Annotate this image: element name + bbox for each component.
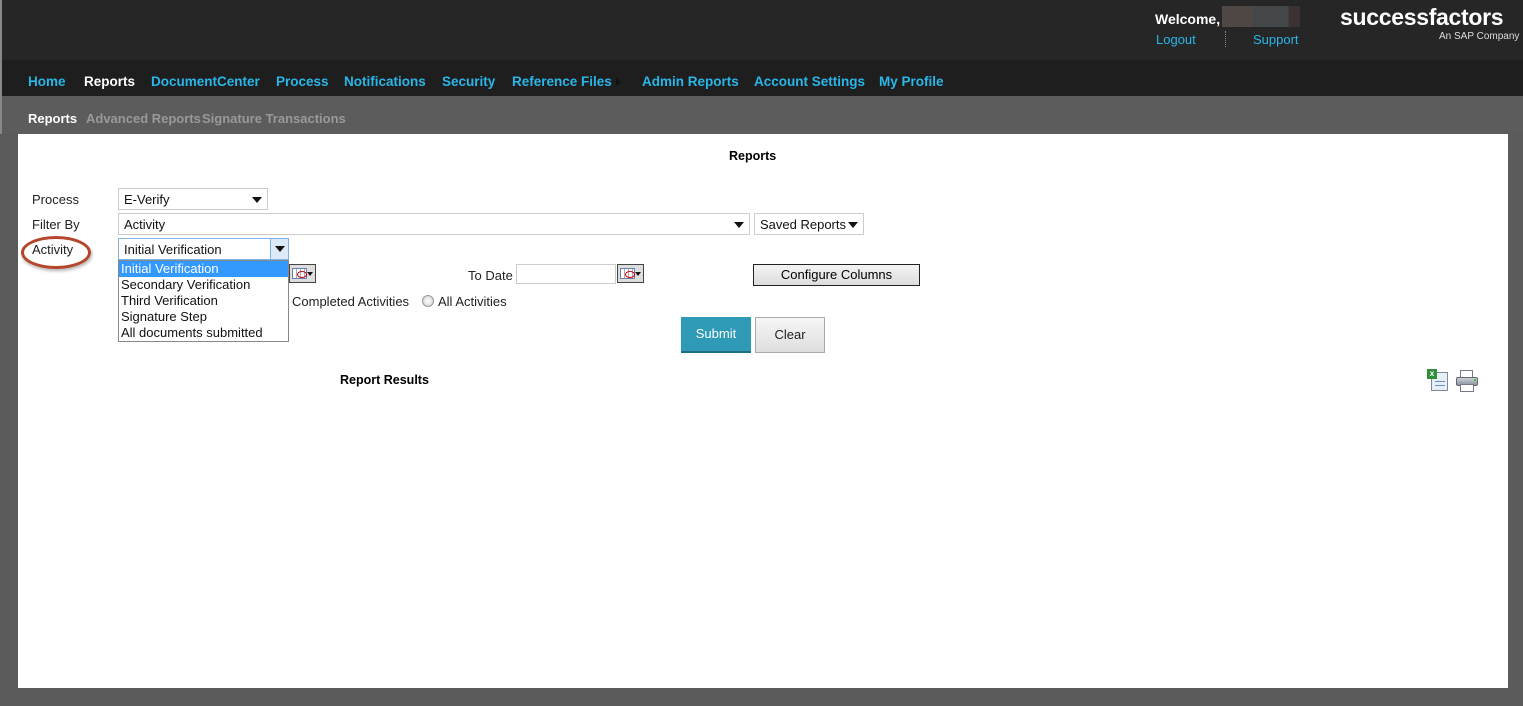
activity-value: Initial Verification [124,242,222,257]
activity-option[interactable]: Signature Step [119,309,288,325]
radio-all-activities[interactable] [422,295,434,307]
main-nav: Home Reports DocumentCenter Process Noti… [0,60,1523,96]
chevron-down-icon [275,246,285,252]
saved-reports-select[interactable]: Saved Reports [754,213,864,235]
activity-label: Activity [32,242,74,257]
nav-home[interactable]: Home [28,74,66,89]
support-link[interactable]: Support [1253,32,1299,47]
subnav-advanced-reports[interactable]: Advanced Reports [86,111,201,126]
nav-security[interactable]: Security [442,74,495,89]
welcome-text: Welcome, [1155,11,1221,27]
dropdown-button[interactable] [270,239,288,259]
to-date-input[interactable] [516,264,616,284]
print-icon[interactable] [1455,370,1479,392]
filter-by-select[interactable]: Activity [118,213,750,235]
chevron-down-icon [848,222,858,228]
nav-admin-reports[interactable]: Admin Reports [642,74,739,89]
filter-by-label: Filter By [32,217,80,232]
nav-reports[interactable]: Reports [84,74,135,89]
activity-option[interactable]: Third Verification [119,293,288,309]
nav-reference-files[interactable]: Reference Files [512,74,612,89]
activity-option[interactable]: Initial Verification [119,261,288,277]
logout-link[interactable]: Logout [1156,32,1196,47]
calendar-ring [297,271,307,278]
to-date-calendar-button[interactable] [617,264,644,283]
chevron-down-icon [307,272,313,276]
page-title: Reports [729,149,777,163]
process-label: Process [32,192,79,207]
submit-button[interactable]: Submit [681,317,751,353]
activity-option[interactable]: All documents submitted [119,325,288,341]
nav-my-profile[interactable]: My Profile [879,74,944,89]
chevron-down-icon [252,197,262,203]
export-excel-icon[interactable]: x [1427,369,1449,391]
redacted-username [1222,6,1300,27]
nav-account-settings[interactable]: Account Settings [754,74,865,89]
subnav-reports[interactable]: Reports [28,111,77,126]
saved-reports-value: Saved Reports [760,217,846,232]
submenu-arrow-icon [616,78,621,86]
configure-columns-button[interactable]: Configure Columns [753,264,920,286]
nav-documentcenter[interactable]: DocumentCenter [151,74,260,89]
chevron-down-icon [734,222,744,228]
to-date-label: To Date [468,268,513,283]
nav-process[interactable]: Process [276,74,329,89]
report-results-title: Report Results [340,373,429,387]
activity-select[interactable]: Initial Verification [118,238,289,260]
chevron-down-icon [635,272,641,276]
activity-dropdown-list: Initial Verification Secondary Verificat… [118,260,289,342]
subnav-signature-transactions[interactable]: Signature Transactions [202,111,346,126]
successfactors-logo: successfactors [1340,4,1504,30]
divider [1225,31,1226,47]
calendar-ring [625,271,635,278]
top-header: Welcome, Logout Support successfactors A… [0,0,1523,60]
nav-notifications[interactable]: Notifications [344,74,426,89]
radio-all-label[interactable]: All Activities [438,294,507,309]
from-date-calendar-button[interactable] [289,264,316,283]
clear-button[interactable]: Clear [755,317,825,353]
activity-option[interactable]: Secondary Verification [119,277,288,293]
process-select[interactable]: E-Verify [118,188,268,210]
radio-completed-label[interactable]: Completed Activities [292,294,409,309]
process-value: E-Verify [124,192,170,207]
logo-tagline: An SAP Company [1439,31,1520,42]
filter-by-value: Activity [124,217,166,232]
sub-nav: Reports Advanced Reports Signature Trans… [0,96,1523,134]
